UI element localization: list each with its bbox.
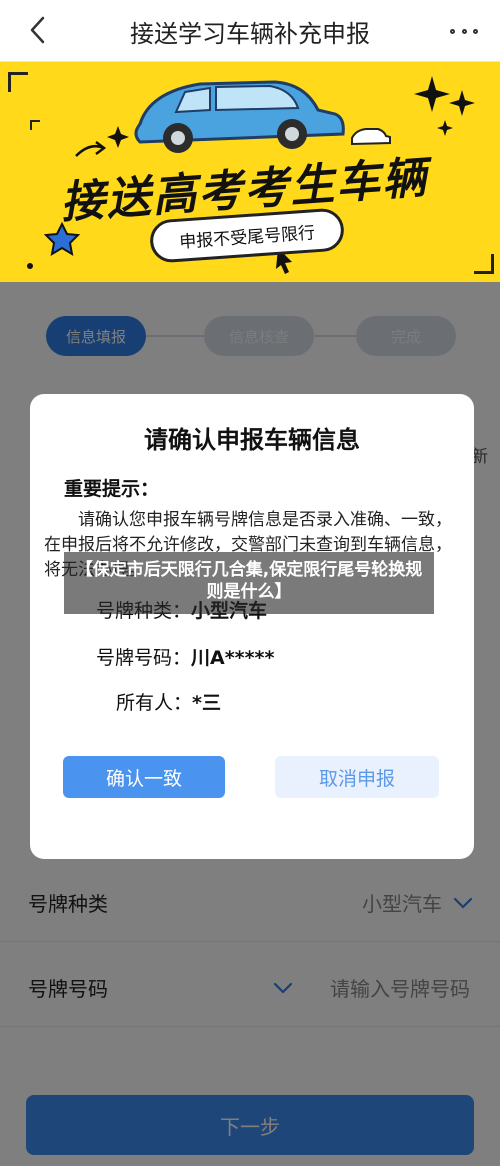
- plate-number-key: 号牌号码：: [96, 647, 192, 669]
- info-owner: 所有人：*三: [116, 688, 221, 715]
- more-dots-icon: [450, 28, 455, 34]
- owner-value: *三: [192, 692, 221, 714]
- owner-key: 所有人：: [116, 692, 193, 714]
- app-header: 接送学习车辆补充申报: [0, 0, 500, 62]
- promo-banner: 接送高考考生车辆 申报不受尾号限行: [0, 62, 500, 282]
- notice-heading: 重要提示：: [64, 478, 160, 500]
- page-title: 接送学习车辆补充申报: [130, 20, 370, 48]
- confirm-button[interactable]: 确认一致: [63, 756, 225, 798]
- cancel-button[interactable]: 取消申报: [275, 756, 439, 798]
- info-plate-number: 号牌号码：川A*****: [96, 643, 274, 670]
- plate-number-value: 川A*****: [191, 647, 275, 669]
- confirm-dialog: 请确认申报车辆信息 重要提示： 请确认您申报车辆号牌信息是否录入准确、一致，在申…: [30, 394, 474, 859]
- article-caption: 【保定市后天限行几合集,保定限行尾号轮换规则是什么】: [64, 552, 434, 614]
- more-button[interactable]: [450, 22, 478, 40]
- dialog-title: 请确认申报车辆信息: [144, 426, 360, 454]
